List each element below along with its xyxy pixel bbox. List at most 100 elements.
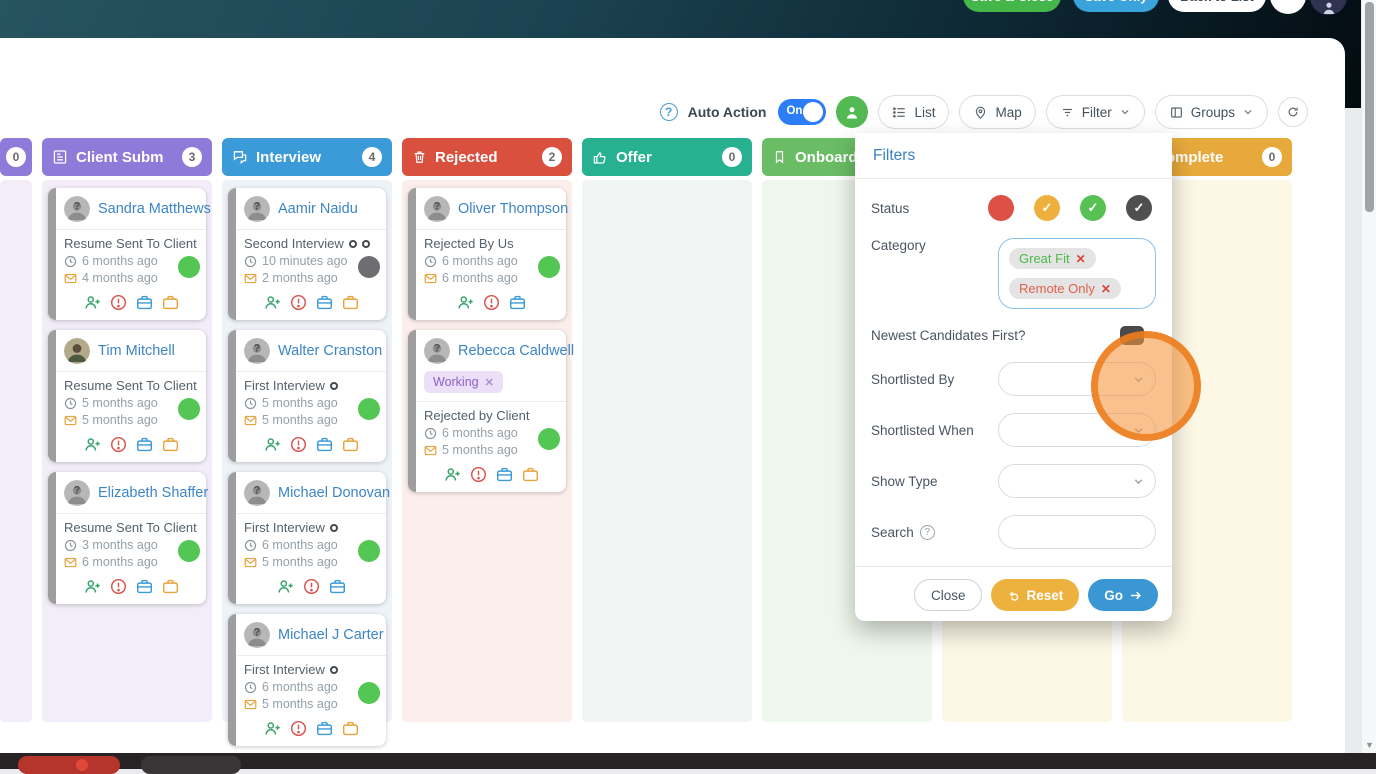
auto-action-toggle[interactable]: On	[778, 99, 827, 125]
status-circle[interactable]	[988, 195, 1014, 221]
add-user-icon[interactable]	[84, 578, 101, 595]
status-circle[interactable]: ✓	[1034, 195, 1060, 221]
status-circle[interactable]: ✓	[1126, 195, 1152, 221]
taskbar-gray-button[interactable]	[141, 756, 241, 774]
remove-tag-icon[interactable]: ✕	[1076, 252, 1086, 266]
close-button[interactable]: Close	[913, 579, 983, 611]
add-user-icon[interactable]	[264, 436, 281, 453]
clock-icon	[244, 397, 257, 409]
candidate-tag[interactable]: Working ✕	[424, 371, 503, 393]
job-icon[interactable]	[522, 466, 539, 483]
close-label: Close	[930, 587, 966, 603]
alert-icon[interactable]	[483, 294, 500, 311]
alert-icon[interactable]	[110, 578, 127, 595]
save-only-button[interactable]: Save Only	[1073, 0, 1159, 12]
add-user-icon[interactable]	[84, 294, 101, 311]
candidate-card[interactable]: ? Walter Cranston First Interview 5 mont…	[228, 330, 386, 462]
search-help-icon[interactable]: ?	[919, 524, 935, 540]
scrollbar-thumb[interactable]	[1365, 2, 1374, 212]
candidate-card[interactable]: ? Rebecca Caldwell Working ✕ Rejected by …	[408, 330, 574, 492]
groups-button[interactable]: Groups	[1154, 95, 1268, 129]
contacted-time: 6 months ago	[424, 271, 558, 285]
scrollbar-down-arrow[interactable]: ▼	[1364, 740, 1375, 750]
candidate-card[interactable]: ? Sandra Matthews Resume Sent To Client …	[48, 188, 211, 320]
alert-icon[interactable]	[470, 466, 487, 483]
candidate-card[interactable]: ? Aamir Naidu Second Interview 10 minute…	[228, 188, 386, 320]
alert-icon[interactable]	[110, 294, 127, 311]
show-type-select[interactable]	[998, 464, 1156, 498]
company-icon[interactable]	[316, 436, 333, 453]
job-icon[interactable]	[342, 436, 359, 453]
add-user-icon[interactable]	[264, 294, 281, 311]
back-to-list-button[interactable]: Back to List	[1168, 0, 1266, 12]
job-icon[interactable]	[162, 294, 179, 311]
candidate-name-link[interactable]: Aamir Naidu	[278, 201, 358, 217]
search-input[interactable]	[998, 515, 1156, 549]
company-icon[interactable]	[136, 294, 153, 311]
remove-tag-icon[interactable]: ✕	[485, 376, 494, 389]
alert-icon[interactable]	[303, 578, 320, 595]
refresh-button[interactable]	[1278, 97, 1308, 127]
alert-icon[interactable]	[290, 294, 307, 311]
add-user-icon[interactable]	[444, 466, 461, 483]
candidate-card[interactable]: ? Michael Donovan First Interview 6 mont…	[228, 472, 390, 604]
list-view-button[interactable]: List	[878, 95, 950, 129]
candidate-name-link[interactable]: Elizabeth Shaffer	[98, 485, 208, 501]
company-icon[interactable]	[136, 578, 153, 595]
category-tag[interactable]: Great Fit ✕	[1009, 248, 1096, 269]
board-toolbar: ? Auto Action On List Map Filter Groups	[659, 95, 1308, 129]
status-circle[interactable]: ✓	[1080, 195, 1106, 221]
taskbar-red-button[interactable]	[18, 756, 120, 774]
job-icon[interactable]	[162, 578, 179, 595]
newest-first-checkbox[interactable]	[1120, 326, 1144, 345]
company-icon[interactable]	[496, 466, 513, 483]
category-tag-label: Great Fit	[1019, 251, 1070, 266]
candidate-name-link[interactable]: Sandra Matthews	[98, 201, 211, 217]
company-icon[interactable]	[316, 294, 333, 311]
candidate-name-link[interactable]: Michael J Carter	[278, 627, 384, 643]
shortlisted-by-select[interactable]	[998, 362, 1156, 396]
category-tags-box[interactable]: Great Fit ✕ Remote Only ✕	[998, 238, 1156, 309]
auto-action-help-icon[interactable]: ?	[659, 103, 678, 121]
alert-icon[interactable]	[110, 436, 127, 453]
candidate-name-link[interactable]: Tim Mitchell	[98, 343, 175, 359]
job-icon[interactable]	[342, 720, 359, 737]
company-icon[interactable]	[136, 436, 153, 453]
shortlisted-when-select[interactable]	[998, 413, 1156, 447]
company-icon[interactable]	[329, 578, 346, 595]
add-user-icon[interactable]	[277, 578, 294, 595]
add-user-icon[interactable]	[264, 720, 281, 737]
alert-icon[interactable]	[290, 720, 307, 737]
company-icon[interactable]	[316, 720, 333, 737]
candidate-card[interactable]: Tim Mitchell Resume Sent To Client 5 mon…	[48, 330, 206, 462]
candidate-status: First Interview	[244, 378, 325, 393]
category-tag[interactable]: Remote Only ✕	[1009, 278, 1121, 299]
candidate-card[interactable]: ? Michael J Carter First Interview 6 mon…	[228, 614, 386, 746]
reset-button[interactable]: Reset	[991, 579, 1080, 611]
candidate-name-link[interactable]: Oliver Thompson	[458, 201, 568, 217]
contacted-time: 5 months ago	[424, 443, 558, 457]
go-button[interactable]: Go	[1088, 579, 1158, 611]
company-icon[interactable]	[509, 294, 526, 311]
add-user-icon[interactable]	[457, 294, 474, 311]
svg-text:?: ?	[254, 343, 261, 355]
remove-tag-icon[interactable]: ✕	[1101, 282, 1111, 296]
job-icon[interactable]	[342, 294, 359, 311]
alert-icon[interactable]	[290, 436, 307, 453]
filter-button[interactable]: Filter	[1045, 95, 1145, 129]
add-user-icon[interactable]	[84, 436, 101, 453]
kanban-column-offer: Offer 0	[582, 138, 752, 722]
candidate-card[interactable]: ? Oliver Thompson Rejected By Us 6 month…	[408, 188, 568, 320]
candidate-name-link[interactable]: Michael Donovan	[278, 485, 390, 501]
job-icon[interactable]	[162, 436, 179, 453]
add-candidate-button[interactable]	[836, 96, 869, 128]
reset-label: Reset	[1026, 587, 1064, 603]
contacted-time: 2 months ago	[244, 271, 378, 285]
save-close-button[interactable]: Save & Close	[963, 0, 1061, 12]
candidate-name-link[interactable]: Walter Cranston	[278, 343, 382, 359]
map-view-button[interactable]: Map	[959, 95, 1036, 129]
candidate-name-link[interactable]: Rebecca Caldwell	[458, 343, 574, 359]
candidate-card[interactable]: ? Elizabeth Shaffer Resume Sent To Clien…	[48, 472, 208, 604]
record-dot-icon	[76, 759, 88, 771]
status-dot-icon	[329, 665, 338, 674]
